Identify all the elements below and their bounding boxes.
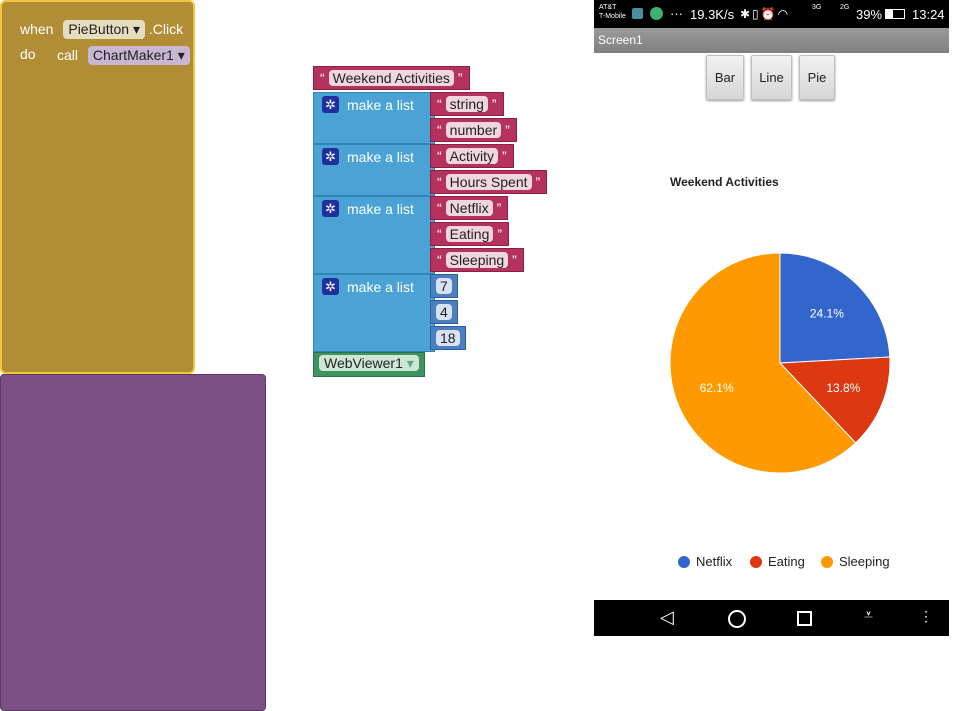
pie-chart: 24.1% 13.8% 62.1% bbox=[669, 252, 891, 474]
draw-pie-chart-block[interactable] bbox=[0, 374, 266, 711]
do-label: do bbox=[20, 46, 36, 62]
gear-icon: ✲ bbox=[322, 278, 339, 295]
number-block[interactable]: 4 bbox=[430, 300, 458, 324]
text-block[interactable]: “ Sleeping ” bbox=[430, 248, 524, 272]
legend-eating: Eating bbox=[750, 554, 805, 569]
nav-bar: ◁ ⩡ ⋮ bbox=[594, 600, 949, 636]
param-labels: labels bbox=[258, 148, 295, 164]
legend-swatch bbox=[678, 555, 690, 568]
param-values: values bbox=[254, 278, 295, 294]
make-list-label: ✲ make a list bbox=[322, 96, 414, 113]
back-icon[interactable]: ◁ bbox=[660, 607, 674, 628]
chartmaker-dropdown[interactable]: ChartMaker1 ▾ bbox=[87, 46, 190, 65]
gear-icon: ✲ bbox=[322, 200, 339, 217]
title-text-block[interactable]: “ Weekend Activities ” bbox=[313, 66, 470, 90]
text-block[interactable]: “ Activity ” bbox=[430, 144, 514, 168]
pie-label: 24.1% bbox=[810, 306, 844, 320]
when-label: when bbox=[20, 21, 54, 37]
gear-icon: ✲ bbox=[322, 96, 339, 113]
text-block[interactable]: “ string ” bbox=[430, 92, 504, 116]
param-webviewer: webViewer bbox=[226, 356, 295, 372]
legend-netflix: Netflix bbox=[678, 554, 732, 569]
make-list-label: ✲ make a list bbox=[322, 148, 414, 165]
pie-label: 62.1% bbox=[700, 381, 734, 395]
phone-screen: AT&T T-Mobile ··· 19.3K/s ✱▯⏰◠ 3G 2G 39% … bbox=[594, 0, 949, 636]
component-dropdown[interactable]: PieButton ▾ bbox=[63, 20, 145, 39]
number-block[interactable]: 7 bbox=[430, 274, 458, 298]
param-items: items bbox=[261, 200, 295, 216]
recents-icon[interactable] bbox=[797, 611, 812, 626]
menu-icon[interactable]: ⋮ bbox=[919, 608, 933, 625]
legend-sleeping: Sleeping bbox=[821, 554, 890, 569]
notifications-icon[interactable]: ⩡ bbox=[864, 607, 873, 625]
legend-swatch bbox=[821, 555, 833, 568]
call-header: call ChartMaker1 ▾ .drawPieChart bbox=[57, 46, 283, 65]
event-label: .Click bbox=[148, 21, 184, 37]
number-block[interactable]: 18 bbox=[430, 326, 466, 350]
param-title: title bbox=[273, 70, 295, 86]
home-icon[interactable] bbox=[728, 610, 746, 628]
pie-label: 13.8% bbox=[826, 381, 860, 395]
event-header: when PieButton ▾ .Click bbox=[20, 20, 183, 39]
text-block[interactable]: “ Eating ” bbox=[430, 222, 510, 246]
gear-icon: ✲ bbox=[322, 148, 339, 165]
legend-swatch bbox=[750, 555, 762, 568]
webviewer-block[interactable]: WebViewer1 ▾ bbox=[313, 352, 425, 377]
make-list-label: ✲ make a list bbox=[322, 200, 414, 217]
text-block[interactable]: “ number ” bbox=[430, 118, 517, 142]
make-list-label: ✲ make a list bbox=[322, 278, 414, 295]
param-types: types bbox=[261, 96, 295, 112]
text-block[interactable]: “ Hours Spent ” bbox=[430, 170, 548, 194]
text-block[interactable]: “ Netflix ” bbox=[430, 196, 509, 220]
